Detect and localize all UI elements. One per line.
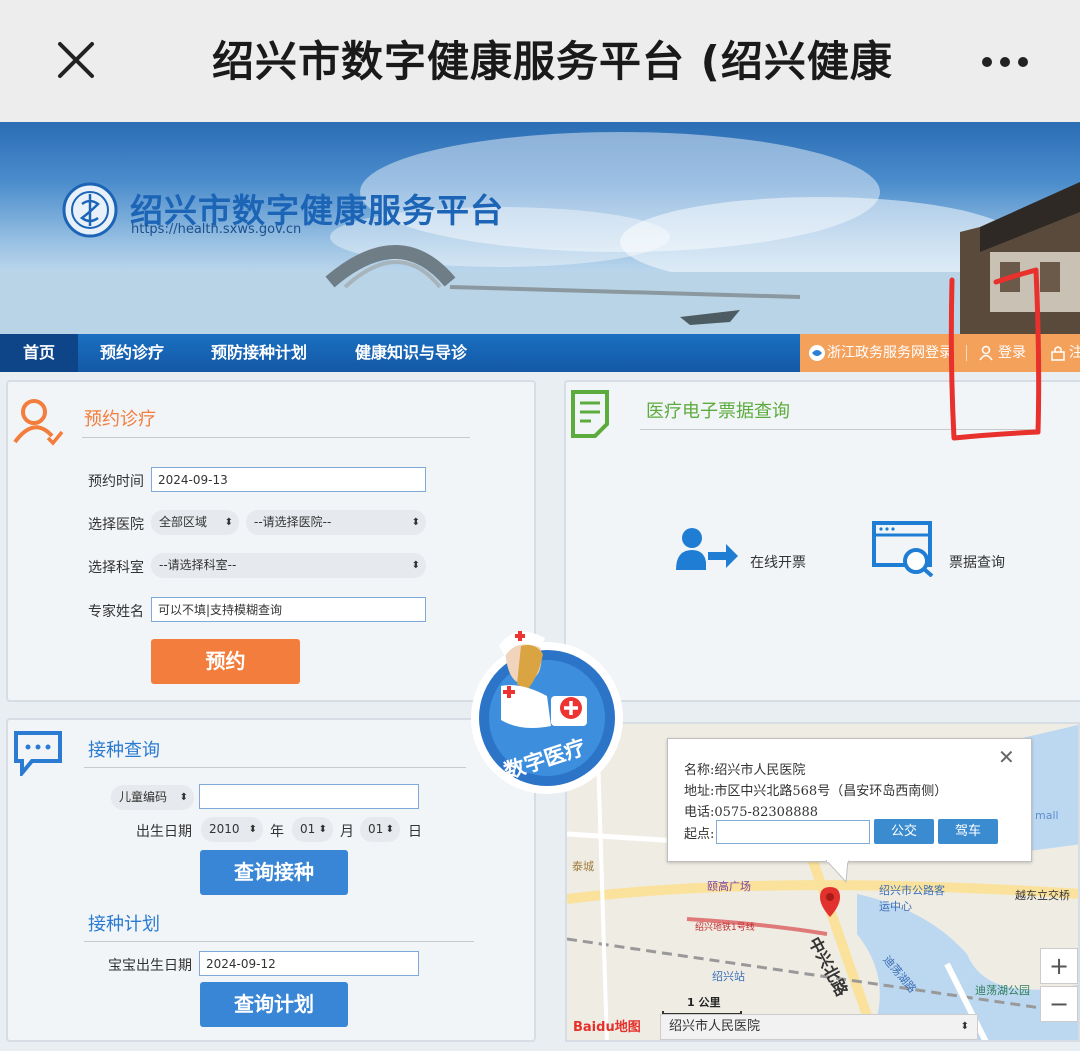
nav-vaccination-plan[interactable]: 预防接种计划 — [198, 334, 320, 372]
red-annotation-mark — [948, 267, 1042, 441]
map-place-label: 绍兴站 — [712, 970, 745, 983]
appointment-title: 预约诊疗 — [84, 409, 156, 430]
divider — [82, 437, 470, 438]
birth-day-select[interactable]: 01 ⬍ — [360, 817, 400, 842]
nav-home[interactable]: 首页 — [0, 334, 78, 372]
birth-month-value: 01 — [300, 822, 316, 836]
birth-year-select[interactable]: 2010 ⬍ — [201, 817, 263, 842]
select-arrows-icon: ⬍ — [385, 824, 394, 835]
day-unit: 日 — [408, 824, 422, 840]
appointment-user-icon — [13, 399, 64, 446]
expert-name-input[interactable] — [151, 597, 426, 622]
department-select-value: --请选择科室-- — [159, 558, 237, 572]
zhejiang-gov-icon — [809, 345, 825, 361]
baby-birth-input[interactable] — [199, 951, 419, 976]
close-icon[interactable] — [52, 36, 100, 84]
map-marker-icon[interactable] — [819, 886, 841, 918]
bus-route-button[interactable]: 公交 — [874, 819, 934, 844]
hospital-map-select[interactable]: 绍兴市人民医院 ⬍ — [660, 1014, 978, 1040]
select-arrows-icon: ⬍ — [224, 517, 233, 528]
query-vaccination-button[interactable]: 查询接种 — [200, 850, 348, 895]
popup-hospital-address: 地址:市区中兴北路568号（昌安环岛西南侧） — [684, 784, 948, 799]
baby-birth-label: 宝宝出生日期 — [108, 958, 192, 974]
nav-health-knowledge[interactable]: 健康知识与导诊 — [342, 334, 480, 372]
department-label: 选择科室 — [88, 560, 144, 576]
invoice-query-label[interactable]: 票据查询 — [949, 552, 1005, 572]
zoom-out-button[interactable]: − — [1040, 986, 1078, 1022]
main-nav: 首页 预约诊疗 预防接种计划 健康知识与导诊 浙江政务服务网登录 登录 注 — [0, 334, 1080, 372]
select-arrows-icon: ⬍ — [248, 824, 257, 835]
digital-medical-badge-icon[interactable]: 数字医疗 — [465, 626, 625, 798]
invoice-title: 医疗电子票据查询 — [646, 401, 790, 422]
vaccination-plan-title: 接种计划 — [88, 914, 160, 935]
region-select-value: 全部区域 — [159, 515, 208, 529]
birth-date-label: 出生日期 — [136, 824, 192, 840]
site-banner: 绍兴市数字健康服务平台 https://health.sxws.gov.cn — [0, 122, 1080, 334]
hospital-info-popup: 名称:绍兴市人民医院 地址:市区中兴北路568号（昌安环岛西南侧） 电话:057… — [667, 738, 1032, 862]
expert-name-label: 专家姓名 — [88, 604, 144, 620]
popup-start-label: 起点: — [684, 827, 715, 842]
region-select[interactable]: 全部区域 ⬍ — [151, 510, 239, 535]
vaccination-query-title: 接种查询 — [88, 740, 160, 761]
appointment-submit-button[interactable]: 预约 — [151, 639, 300, 684]
select-arrows-icon: ⬍ — [411, 560, 420, 571]
map-place-label: 绍兴市公路客运中心 — [879, 884, 945, 913]
health-emblem-icon — [62, 182, 118, 238]
appointment-time-label: 预约时间 — [88, 474, 144, 490]
select-arrows-icon: ⬍ — [960, 1021, 969, 1032]
year-unit: 年 — [270, 824, 284, 840]
birth-day-value: 01 — [368, 822, 384, 836]
more-options-icon[interactable] — [975, 44, 1035, 80]
hospital-label: 选择医院 — [88, 517, 144, 533]
popup-pointer — [826, 860, 849, 884]
map-place-label: mall — [1035, 809, 1059, 822]
department-select[interactable]: --请选择科室-- ⬍ — [151, 553, 426, 578]
drive-route-button[interactable]: 驾车 — [938, 819, 998, 844]
map-select-value: 绍兴市人民医院 — [669, 1019, 761, 1034]
select-arrows-icon: ⬍ — [179, 792, 188, 803]
child-code-input[interactable] — [199, 784, 419, 809]
hospital-select[interactable]: --请选择医院-- ⬍ — [246, 510, 426, 535]
query-plan-button[interactable]: 查询计划 — [200, 982, 348, 1027]
app-top-bar: 绍兴市数字健康服务平台 (绍兴健康 — [0, 0, 1080, 122]
chat-bubble-icon — [14, 731, 62, 776]
popup-hospital-phone: 电话:0575-82308888 — [684, 805, 819, 820]
birth-month-select[interactable]: 01 ⬍ — [292, 817, 333, 842]
id-type-value: 儿童编码 — [119, 790, 168, 804]
zoom-in-button[interactable]: + — [1040, 948, 1078, 984]
gov-login-link[interactable]: 浙江政务服务网登录 — [827, 334, 953, 372]
register-link[interactable]: 注 — [1069, 334, 1080, 372]
divider — [84, 767, 466, 768]
baidu-map-logo: Baidu地图 — [573, 1020, 641, 1035]
route-start-input[interactable] — [716, 820, 870, 844]
nav-appointment[interactable]: 预约诊疗 — [86, 334, 178, 372]
map-place-label: 绍兴地铁1号线 — [695, 923, 755, 933]
select-arrows-icon: ⬍ — [411, 517, 420, 528]
id-type-select[interactable]: 儿童编码 ⬍ — [111, 785, 194, 810]
close-icon[interactable]: ✕ — [998, 745, 1015, 769]
map-place-label: 泰城 — [572, 860, 594, 873]
page-title: 绍兴市数字健康服务平台 (绍兴健康 — [212, 37, 893, 86]
hospital-select-value: --请选择医院-- — [254, 515, 332, 529]
divider — [84, 941, 474, 942]
birth-year-value: 2010 — [209, 822, 240, 836]
site-url: https://health.sxws.gov.cn — [131, 222, 302, 237]
online-invoice-label[interactable]: 在线开票 — [750, 552, 806, 572]
appointment-date-input[interactable] — [151, 467, 426, 492]
popup-hospital-name: 名称:绍兴市人民医院 — [684, 763, 806, 778]
month-unit: 月 — [340, 824, 354, 840]
select-arrows-icon: ⬍ — [318, 824, 327, 835]
document-icon — [571, 390, 609, 438]
online-invoice-icon[interactable] — [674, 526, 738, 572]
invoice-search-icon[interactable] — [872, 521, 936, 577]
map-place-label: 颐高广场 — [707, 880, 751, 893]
lock-icon — [1051, 346, 1065, 361]
map-place-label: 迪荡湖公园 — [975, 984, 1030, 997]
map-scale: 1 公里 — [687, 996, 721, 1009]
map-place-label: 越东立交桥 — [1015, 889, 1070, 902]
